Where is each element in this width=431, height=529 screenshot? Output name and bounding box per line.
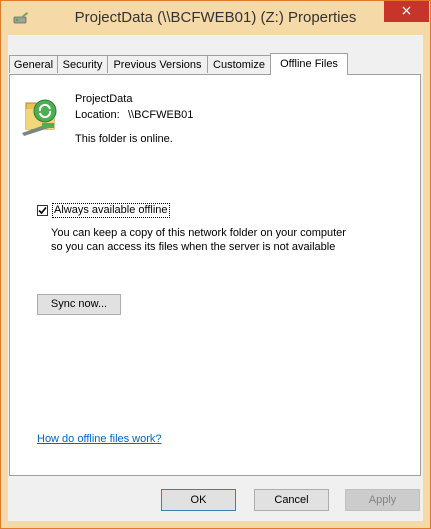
- tab-security[interactable]: Security: [57, 55, 108, 73]
- properties-window: ProjectData (\\BCFWEB01) (Z:) Properties…: [0, 0, 431, 529]
- tab-strip: General Security Previous Versions Custo…: [9, 53, 422, 75]
- sync-folder-icon: [20, 93, 62, 137]
- title-bar[interactable]: ProjectData (\\BCFWEB01) (Z:) Properties…: [1, 1, 430, 35]
- always-offline-label[interactable]: Always available offline: [52, 203, 170, 218]
- always-offline-checkbox[interactable]: [37, 205, 48, 216]
- tab-customize[interactable]: Customize: [207, 55, 271, 73]
- location-value: \\BCFWEB01: [128, 109, 194, 121]
- window-title: ProjectData (\\BCFWEB01) (Z:) Properties: [74, 9, 357, 26]
- tab-previous-versions[interactable]: Previous Versions: [107, 55, 208, 73]
- location-label: Location:: [75, 109, 120, 121]
- tab-general[interactable]: General: [9, 55, 58, 73]
- offline-description-line-2: so you can access its files when the ser…: [51, 241, 336, 253]
- close-button[interactable]: ×: [384, 1, 429, 22]
- checkmark-icon: [38, 206, 47, 215]
- cancel-button[interactable]: Cancel: [254, 489, 329, 511]
- close-icon: ×: [400, 3, 413, 19]
- offline-description-line-1: You can keep a copy of this network fold…: [51, 227, 346, 239]
- apply-button[interactable]: Apply: [345, 489, 420, 511]
- help-link[interactable]: How do offline files work?: [37, 433, 162, 445]
- dialog-client-area: General Security Previous Versions Custo…: [8, 35, 423, 521]
- folder-status: This folder is online.: [75, 133, 173, 145]
- tab-offline-files[interactable]: Offline Files: [270, 53, 348, 75]
- sync-now-button[interactable]: Sync now...: [37, 294, 121, 315]
- offline-files-panel: ProjectData Location: \\BCFWEB01 This fo…: [9, 74, 421, 476]
- offline-description: You can keep a copy of this network fold…: [51, 226, 346, 254]
- ok-button[interactable]: OK: [161, 489, 236, 511]
- folder-name: ProjectData: [75, 93, 133, 105]
